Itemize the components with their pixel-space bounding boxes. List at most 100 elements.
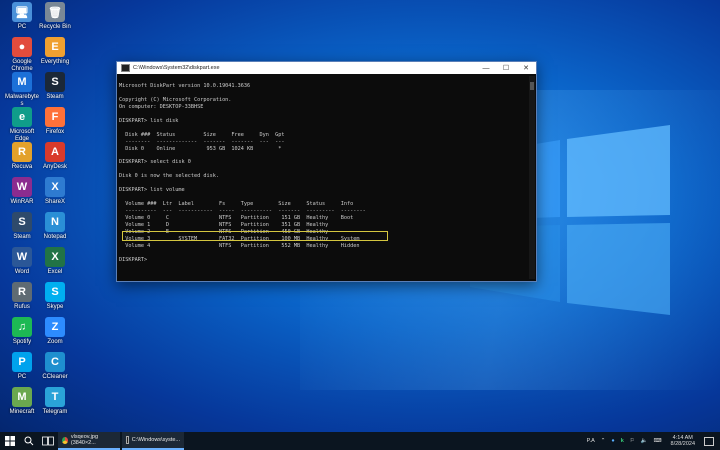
desktop-icon-label: Telegram [42,409,68,415]
app-icon: e [12,107,32,127]
app-icon: M [12,72,32,92]
network-icon[interactable]: ⚐ [630,438,635,444]
desktop-icon[interactable]: M Malwarebytes [4,72,40,108]
highlight-box-volume-3 [122,231,388,241]
maximize-button[interactable]: ☐ [496,64,516,72]
desktop-icon-label: Minecraft [9,409,35,415]
desktop-icon-label: CCleaner [42,374,68,380]
console-icon [126,436,129,444]
volume-icon[interactable]: 🔈 [641,438,648,444]
taskbar-app-label: vlsqeov.jpg (3840×2... [70,434,98,446]
app-icon: S [45,72,65,92]
desktop-icon[interactable]: P PC [4,352,40,381]
desktop-icon-label: Steam [13,234,31,240]
task-view-icon [42,436,54,446]
app-icon: F [45,107,65,127]
desktop-icon-label: Recycle Bin [39,24,71,30]
desktop-icon[interactable]: R Rufus [4,282,40,311]
taskbar: vlsqeov.jpg (3840×2... C:\Windows\syste.… [0,432,720,450]
taskbar-app-photo-viewer[interactable]: vlsqeov.jpg (3840×2... [58,432,120,450]
desktop-icon[interactable]: S Steam [37,72,73,101]
desktop-icon[interactable]: M Minecraft [4,387,40,416]
app-icon: C [45,352,65,372]
desktop-icon[interactable]: T Telegram [37,387,73,416]
scrollbar-thumb[interactable] [530,82,534,90]
notifications-icon[interactable] [704,436,714,446]
desktop-icon[interactable]: 🗑 Recycle Bin [37,2,73,31]
minimize-button[interactable]: — [476,65,496,72]
app-icon: ♫ [12,317,32,337]
desktop-icon-label: AnyDesk [42,164,67,170]
search-button[interactable] [20,432,38,450]
keyboard-icon[interactable]: ⌨ [654,438,662,444]
app-icon: N [45,212,65,232]
tray-icon-k[interactable]: k [621,438,624,444]
desktop-icon[interactable]: S Skype [37,282,73,311]
app-icon: X [45,177,65,197]
desktop-icon[interactable]: R Recuva [4,142,40,171]
desktop-icon-label: Skype [46,304,64,310]
tray-icon-1[interactable]: ● [611,438,614,444]
desktop-icon-label: WinRAR [10,199,34,205]
desktop-icon[interactable]: e Microsoft Edge [4,107,40,143]
windows-logo-icon [5,436,15,446]
clock[interactable]: 4:14 AM 8/28/2024 [671,435,695,447]
app-icon: T [45,387,65,407]
desktop-icon[interactable]: Z Zoom [37,317,73,346]
app-icon: S [12,212,32,232]
app-icon: E [45,37,65,57]
show-hidden-icons-icon[interactable]: ⌃ [601,438,606,444]
close-button[interactable]: ✕ [516,64,536,72]
desktop-icon-label: Everything [40,59,70,65]
app-icon: 🖥 [12,2,32,22]
search-icon [24,436,34,446]
diskpart-window[interactable]: C:\Windows\System32\diskpart.exe — ☐ ✕ M… [116,61,537,282]
desktop-icon-label: Recuva [11,164,33,170]
desktop-icon[interactable]: X Excel [37,247,73,276]
window-titlebar[interactable]: C:\Windows\System32\diskpart.exe — ☐ ✕ [117,62,536,74]
desktop-icon-label: Spotify [12,339,32,345]
desktop-icon-label: ShareX [44,199,65,205]
app-icon: R [12,142,32,162]
system-tray: P.A ⌃ ● k ⚐ 🔈 ⌨ 4:14 AM 8/28/2024 [584,432,720,450]
desktop: 🖥 PC 🗑 Recycle Bin ● Google Chrome E Everything… [0,0,720,432]
desktop-icon[interactable]: ● Google Chrome [4,37,40,73]
app-icon: X [45,247,65,267]
app-icon: A [45,142,65,162]
desktop-icon[interactable]: S Steam [4,212,40,241]
desktop-icon[interactable]: A AnyDesk [37,142,73,171]
language-indicator[interactable]: P.A [587,438,595,444]
app-icon: R [12,282,32,302]
app-icon: 🗑 [45,2,65,22]
taskbar-app-diskpart[interactable]: C:\Windows\syste... [122,432,184,450]
app-icon: M [12,387,32,407]
desktop-icon-label: Rufus [14,304,30,310]
desktop-icon[interactable]: N Notepad [37,212,73,241]
start-button[interactable] [0,432,20,450]
app-icon: S [45,282,65,302]
desktop-icon-label: PC [17,374,27,380]
desktop-icon-label: Word [14,269,30,275]
app-icon: ● [12,37,32,57]
desktop-icon-label: Zoom [47,339,63,345]
desktop-icon[interactable]: ♫ Spotify [4,317,40,346]
desktop-icon[interactable]: W Word [4,247,40,276]
app-icon: W [12,247,32,267]
desktop-icon[interactable]: E Everything [37,37,73,66]
task-view-button[interactable] [38,432,58,450]
desktop-icon-label: Malwarebytes [4,94,39,107]
app-icon: W [12,177,32,197]
console-app-icon [121,64,130,72]
desktop-icon[interactable]: W WinRAR [4,177,40,206]
desktop-icon[interactable]: C CCleaner [37,352,73,381]
desktop-icon[interactable]: X ShareX [37,177,73,206]
chrome-icon [62,436,68,444]
taskbar-app-label: C:\Windows\syste... [131,437,180,443]
vertical-scrollbar[interactable] [529,76,535,279]
desktop-icon[interactable]: 🖥 PC [4,2,40,31]
console-output[interactable]: Microsoft DiskPart version 10.0.19041.36… [119,76,528,279]
desktop-icon[interactable]: F Firefox [37,107,73,136]
desktop-icon-label: Excel [47,269,63,275]
desktop-icon-label: PC [17,24,27,30]
desktop-icon-label: Notepad [43,234,67,240]
